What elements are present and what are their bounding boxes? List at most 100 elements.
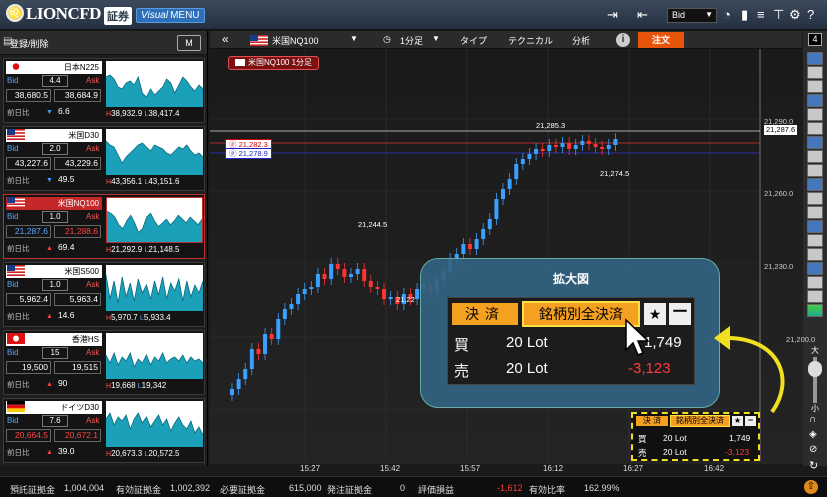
spread-value: 1.0 — [42, 211, 68, 223]
rate-card[interactable]: 米国NQ100 Bid 1.0 Ask 21,287.6 21,288.6 前日比 ▲ 69.4… — [3, 194, 205, 259]
vline-tool-icon[interactable] — [807, 108, 823, 121]
analysis-menu[interactable]: 分析 — [572, 34, 590, 47]
ellipse-tool-icon[interactable] — [807, 220, 823, 233]
star-icon[interactable]: ★ — [732, 416, 743, 426]
candle — [481, 229, 486, 239]
minimize-button[interactable]: ー — [669, 303, 691, 325]
list-icon[interactable]: ≡ — [757, 7, 765, 22]
rate-card[interactable]: 日本N225 Bid 4.4 Ask 38,680.5 38,684.9 前日比 ▼ 6.6 H3… — [3, 58, 205, 123]
mini-chart[interactable] — [106, 61, 203, 107]
deposit-value: 1,004,004 — [64, 483, 105, 493]
scroll-top-icon[interactable]: ⇧ — [804, 480, 818, 494]
candle — [269, 334, 274, 339]
ask-price[interactable]: 19,515 — [54, 361, 101, 374]
pie-chart-icon[interactable]: ◔ — [723, 7, 731, 22]
lion-logo-icon: ♌ — [6, 4, 24, 22]
gear-icon[interactable]: ⚙ — [789, 7, 801, 23]
mini-chart[interactable] — [106, 333, 203, 379]
candle — [256, 349, 261, 354]
logout-icon[interactable]: ⇥ — [607, 7, 618, 23]
ask-price[interactable]: 43,229.6 — [54, 157, 101, 170]
bid-price[interactable]: 20,664.5 — [6, 429, 51, 442]
rate-info: ドイツD30 Bid 7.6 Ask 20,664.5 20,672.1 前日比 ▲ 39.0 — [4, 399, 102, 464]
text-tool-icon[interactable] — [807, 234, 823, 247]
fibo-tool-icon[interactable] — [807, 164, 823, 177]
ray-tool-icon[interactable] — [807, 122, 823, 135]
magnet-icon[interactable]: ∩ — [809, 414, 816, 425]
candle — [342, 269, 347, 277]
mini-chart[interactable] — [106, 129, 203, 175]
cursor-tool-icon[interactable] — [807, 52, 823, 65]
panel-count[interactable]: 4 — [808, 33, 822, 46]
change-label: 前日比 — [7, 312, 30, 321]
cursor-icon — [625, 318, 650, 356]
tools-icon[interactable]: ⊤ — [773, 7, 784, 23]
login-icon[interactable]: ⇤ — [637, 7, 648, 23]
candle — [507, 179, 512, 189]
mini-chart[interactable] — [106, 401, 203, 447]
rate-card[interactable]: 香港HS Bid 15 Ask 19,500 19,515 前日比 ▲ 90 H19,668 L1… — [3, 330, 205, 395]
order-button[interactable]: 注文 — [638, 32, 684, 48]
type-menu[interactable]: タイプ — [460, 34, 487, 47]
reset-icon[interactable]: ↻ — [809, 459, 818, 472]
bid-price[interactable]: 5,962.4 — [6, 293, 51, 306]
hide-icon[interactable]: ⊘ — [809, 444, 817, 455]
candle — [501, 189, 506, 199]
channel-tool-icon[interactable] — [807, 136, 823, 149]
ask-price[interactable]: 5,963.4 — [54, 293, 101, 306]
interval-select[interactable]: 1分足 — [400, 34, 423, 47]
ask-price[interactable]: 38,684.9 — [54, 89, 101, 102]
info-button[interactable]: i — [616, 33, 630, 47]
settle-button[interactable]: 決 済 — [636, 416, 668, 426]
bid-price[interactable]: 19,500 — [6, 361, 51, 374]
settle-button[interactable]: 決済 — [452, 303, 518, 325]
pitchfork-tool-icon[interactable] — [807, 150, 823, 163]
zoom-slider-handle[interactable] — [808, 361, 822, 377]
fibo-fan-tool-icon[interactable] — [807, 178, 823, 191]
technical-menu[interactable]: テクニカル — [508, 34, 553, 47]
chevron-down-icon[interactable]: ▼ — [350, 34, 358, 43]
y-tick: 21,290.0 — [764, 117, 794, 126]
flag-tool-icon[interactable] — [807, 262, 823, 275]
arrow-tool-icon[interactable] — [807, 248, 823, 261]
bid-price[interactable]: 21,287.6 — [6, 225, 51, 238]
change-value: ▼ 6.6 — [46, 106, 70, 116]
bid-price[interactable]: 38,680.5 — [6, 89, 51, 102]
candle — [289, 304, 294, 309]
price-type-select[interactable]: Bid ▼ — [667, 8, 717, 23]
high-low: H19,668 L19,342 — [106, 381, 167, 390]
collapse-icon[interactable]: « — [222, 32, 229, 46]
eraser-icon[interactable]: ◈ — [809, 429, 817, 440]
rect-tool-icon[interactable] — [807, 206, 823, 219]
mini-chart[interactable] — [106, 197, 203, 243]
rate-card[interactable]: ドイツD30 Bid 7.6 Ask 20,664.5 20,672.1 前日比 ▲ 39.0 H… — [3, 398, 205, 463]
bar-chart-icon[interactable]: ▮ — [741, 7, 748, 23]
rate-card[interactable]: 米国D30 Bid 2.0 Ask 43,227.6 43,229.6 前日比 ▼ 49.5 H4… — [3, 126, 205, 191]
crosshair-tool-icon[interactable] — [807, 66, 823, 79]
color-palette-icon[interactable] — [807, 304, 823, 317]
line-width-icon[interactable] — [807, 290, 823, 303]
visual-menu-button[interactable]: Visual MENU — [136, 8, 205, 23]
rate-card[interactable]: 米国S500 Bid 1.0 Ask 5,962.4 5,963.4 前日比 ▲ 14.6 H5,… — [3, 262, 205, 327]
line-color-icon[interactable] — [807, 276, 823, 289]
ask-price[interactable]: 21,288.6 — [54, 225, 101, 238]
rate-info: 日本N225 Bid 4.4 Ask 38,680.5 38,684.9 前日比 ▼ 6.6 — [4, 59, 102, 124]
gann-tool-icon[interactable] — [807, 192, 823, 205]
panel-size-button[interactable]: M — [177, 35, 201, 51]
chevron-down-icon[interactable]: ▼ — [432, 34, 440, 43]
register-delete-link[interactable]: 登録/削除 — [10, 37, 49, 50]
zoom-callout: 拡大図 決済 銘柄別全決済 ★ ー 買 20 Lot 1,749 売 20 Lo… — [420, 258, 720, 408]
settle-by-symbol-button[interactable]: 銘柄別全決済 — [670, 415, 730, 427]
candle — [296, 294, 301, 304]
help-icon[interactable]: ? — [807, 7, 814, 22]
trendline-tool-icon[interactable] — [807, 80, 823, 93]
ask-price[interactable]: 20,672.1 — [54, 429, 101, 442]
symbol-select[interactable]: 米国NQ100 — [272, 34, 319, 47]
us-flag-icon — [250, 35, 268, 46]
mini-chart[interactable] — [106, 265, 203, 311]
minimize-button[interactable]: − — [745, 416, 756, 426]
bid-price[interactable]: 43,227.6 — [6, 157, 51, 170]
hline-tool-icon[interactable] — [807, 94, 823, 107]
candle — [382, 289, 387, 299]
rate-panel: ▤ 登録/削除 M 日本N225 Bid 4.4 Ask 38,680.5 38,684.… — [0, 31, 208, 466]
